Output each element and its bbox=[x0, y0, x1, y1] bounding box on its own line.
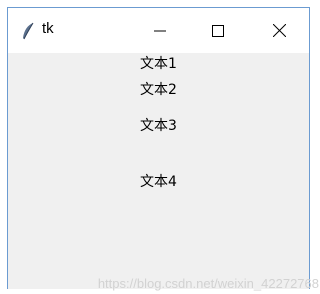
minimize-icon bbox=[154, 25, 166, 37]
close-button[interactable] bbox=[256, 8, 302, 53]
label-text-4: 文本4 bbox=[140, 174, 177, 190]
maximize-icon bbox=[212, 24, 224, 37]
client-area: 文本1 文本2 文本3 文本4 bbox=[8, 53, 309, 289]
tk-window: tk 文本1 文本2 文本3 文本4 bbox=[7, 7, 310, 289]
watermark-text: https://blog.csdn.net/weixin_42272768 bbox=[97, 276, 319, 291]
title-bar[interactable]: tk bbox=[8, 8, 309, 53]
label-text-1: 文本1 bbox=[140, 56, 177, 72]
maximize-button[interactable] bbox=[195, 8, 241, 53]
close-icon bbox=[272, 24, 286, 37]
label-text-2: 文本2 bbox=[140, 82, 177, 98]
minimize-button[interactable] bbox=[137, 8, 183, 53]
label-text-3: 文本3 bbox=[140, 118, 177, 134]
feather-icon bbox=[21, 22, 35, 40]
window-title: tk bbox=[42, 20, 54, 37]
